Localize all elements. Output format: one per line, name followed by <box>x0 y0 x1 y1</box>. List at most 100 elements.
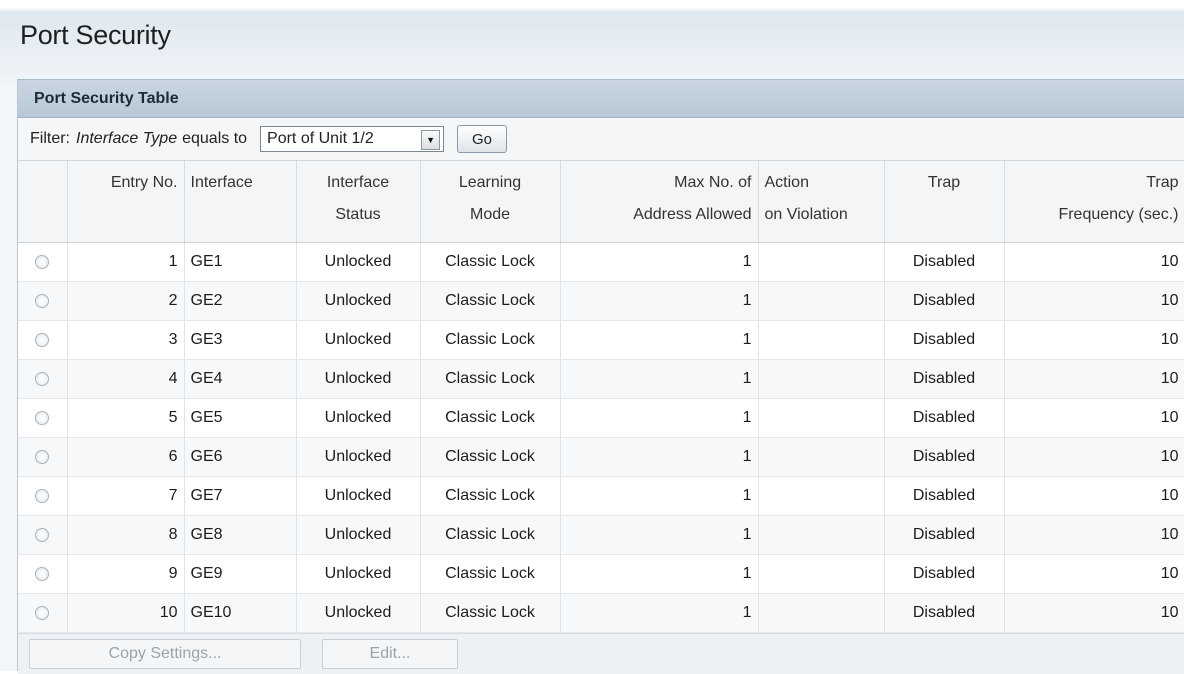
table-row[interactable]: 1 GE1 Unlocked Classic Lock 1 Disabled 10 <box>18 242 1184 282</box>
trap-frequency: 10 <box>1004 437 1184 477</box>
learning-mode: Classic Lock <box>420 281 561 321</box>
trap-frequency: 10 <box>1004 515 1184 555</box>
entry-number: 7 <box>67 476 185 516</box>
row-select-cell <box>18 437 68 477</box>
column-header-8: Trap Frequency (sec.) <box>1004 161 1184 243</box>
table-row[interactable]: 5 GE5 Unlocked Classic Lock 1 Disabled 10 <box>18 398 1184 438</box>
interface-status: Unlocked <box>296 242 421 282</box>
interface-name: GE2 <box>184 281 297 321</box>
entry-number: 3 <box>67 320 185 360</box>
interface-name: GE4 <box>184 359 297 399</box>
radio-icon[interactable] <box>35 488 50 503</box>
entry-number: 4 <box>67 359 185 399</box>
trap-frequency: 10 <box>1004 320 1184 360</box>
row-select-cell <box>18 554 68 594</box>
radio-icon[interactable] <box>35 527 50 542</box>
trap-status: Disabled <box>884 593 1005 633</box>
column-header-7: Trap <box>884 161 1005 243</box>
table-row[interactable]: 3 GE3 Unlocked Classic Lock 1 Disabled 10 <box>18 320 1184 360</box>
table-row[interactable]: 2 GE2 Unlocked Classic Lock 1 Disabled 10 <box>18 281 1184 321</box>
copy-settings-button[interactable]: Copy Settings... <box>29 639 301 669</box>
learning-mode: Classic Lock <box>420 398 561 438</box>
interface-status: Unlocked <box>296 554 421 594</box>
max-addresses: 1 <box>560 515 759 555</box>
chevron-down-icon[interactable]: ▼ <box>421 130 441 150</box>
column-header-4: Learning Mode <box>420 161 561 243</box>
interface-type-select[interactable]: Port of Unit 1/2 ▼ <box>260 126 445 152</box>
radio-icon[interactable] <box>35 449 50 464</box>
radio-icon[interactable] <box>35 566 50 581</box>
interface-status: Unlocked <box>296 281 421 321</box>
column-header-2: Interface <box>184 161 297 243</box>
column-header-line1: Trap <box>927 174 961 191</box>
learning-mode: Classic Lock <box>420 515 561 555</box>
radio-icon[interactable] <box>35 410 50 425</box>
edit-button[interactable]: Edit... <box>322 639 458 669</box>
column-header-line1: Entry No. <box>110 174 178 191</box>
row-select-cell <box>18 593 68 633</box>
entry-number: 9 <box>67 554 185 594</box>
trap-status: Disabled <box>884 359 1005 399</box>
column-header-line2: Address Allowed <box>633 206 752 223</box>
radio-icon[interactable] <box>35 332 50 347</box>
port-security-table: Entry No. Interface Interface Status Learnin… <box>18 161 1184 633</box>
table-row[interactable]: 9 GE9 Unlocked Classic Lock 1 Disabled 10 <box>18 554 1184 594</box>
go-button[interactable]: Go <box>457 125 508 153</box>
column-header-5: Max No. of Address Allowed <box>560 161 759 243</box>
row-select-cell <box>18 515 68 555</box>
radio-icon[interactable] <box>35 293 50 308</box>
max-addresses: 1 <box>560 242 759 282</box>
row-select-cell <box>18 476 68 516</box>
column-header-line1: Max No. of <box>674 174 752 191</box>
radio-icon[interactable] <box>35 605 50 620</box>
filter-operator: equals to <box>182 130 248 147</box>
interface-status: Unlocked <box>296 476 421 516</box>
filter-label: Filter: <box>30 130 70 147</box>
page-title: Port Security <box>20 20 171 50</box>
column-header-6: Action on Violation <box>758 161 885 243</box>
trap-frequency: 10 <box>1004 398 1184 438</box>
page: Port Security Port Security Table Filter… <box>0 0 1184 674</box>
table-row[interactable]: 6 GE6 Unlocked Classic Lock 1 Disabled 10 <box>18 437 1184 477</box>
learning-mode: Classic Lock <box>420 554 561 594</box>
column-header-1: Entry No. <box>67 161 185 243</box>
column-header-line1: Interface <box>326 174 390 191</box>
interface-name: GE6 <box>184 437 297 477</box>
interface-status: Unlocked <box>296 437 421 477</box>
entry-number: 8 <box>67 515 185 555</box>
row-select-cell <box>18 398 68 438</box>
interface-status: Unlocked <box>296 398 421 438</box>
table-row[interactable]: 10 GE10 Unlocked Classic Lock 1 Disabled 10 <box>18 593 1184 633</box>
column-header-line2: Mode <box>469 206 511 223</box>
interface-name: GE7 <box>184 476 297 516</box>
violation-action <box>758 437 885 477</box>
trap-status: Disabled <box>884 320 1005 360</box>
violation-action <box>758 242 885 282</box>
trap-status: Disabled <box>884 437 1005 477</box>
violation-action <box>758 281 885 321</box>
row-select-cell <box>18 320 68 360</box>
radio-icon[interactable] <box>35 254 50 269</box>
interface-name: GE9 <box>184 554 297 594</box>
column-header-line2: Frequency (sec.) <box>1058 206 1179 223</box>
learning-mode: Classic Lock <box>420 437 561 477</box>
table-row[interactable]: 4 GE4 Unlocked Classic Lock 1 Disabled 10 <box>18 359 1184 399</box>
table-row[interactable]: 7 GE7 Unlocked Classic Lock 1 Disabled 10 <box>18 476 1184 516</box>
max-addresses: 1 <box>560 281 759 321</box>
entry-number: 5 <box>67 398 185 438</box>
radio-icon[interactable] <box>35 371 50 386</box>
learning-mode: Classic Lock <box>420 242 561 282</box>
column-header-3: Interface Status <box>296 161 421 243</box>
table-row[interactable]: 8 GE8 Unlocked Classic Lock 1 Disabled 10 <box>18 515 1184 555</box>
column-header-line1: Action <box>764 174 809 191</box>
row-select-cell <box>18 359 68 399</box>
interface-name: GE1 <box>184 242 297 282</box>
entry-number: 1 <box>67 242 185 282</box>
interface-name: GE8 <box>184 515 297 555</box>
trap-status: Disabled <box>884 476 1005 516</box>
column-header-line1: Trap <box>1146 174 1179 191</box>
trap-frequency: 10 <box>1004 359 1184 399</box>
interface-name: GE5 <box>184 398 297 438</box>
max-addresses: 1 <box>560 359 759 399</box>
port-security-panel: Port Security Table Filter: Interface Ty… <box>17 79 1184 674</box>
